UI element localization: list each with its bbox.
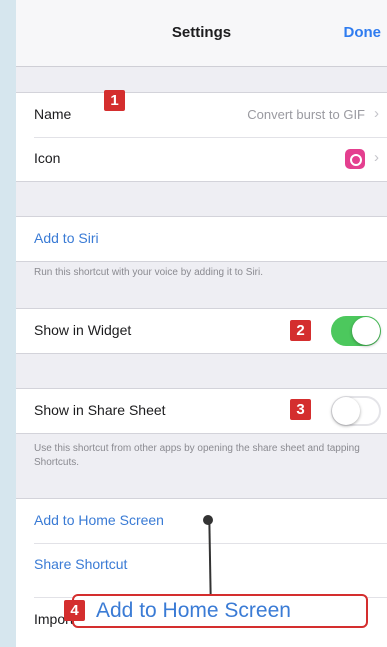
page-title: Settings xyxy=(171,24,232,41)
chevron-right-icon: › xyxy=(374,105,379,122)
add-to-home-screen-link[interactable]: Add to Home Screen xyxy=(34,512,164,528)
shortcut-camera-icon xyxy=(345,149,365,169)
annotation-badge-1: 1 xyxy=(104,90,125,111)
siri-group: Add to Siri xyxy=(16,216,387,262)
icon-label: Icon xyxy=(34,150,61,166)
show-in-widget-label: Show in Widget xyxy=(34,322,132,338)
add-to-siri-row[interactable]: Add to Siri xyxy=(16,217,387,261)
share-shortcut-row[interactable]: Share Shortcut xyxy=(16,543,387,587)
name-row[interactable]: Name Convert burst to GIF › xyxy=(16,93,387,137)
settings-screen: Settings Done Name Convert burst to GIF … xyxy=(16,0,387,647)
toggle-knob xyxy=(332,397,360,425)
add-to-siri-link[interactable]: Add to Siri xyxy=(34,230,99,246)
show-in-share-sheet-row: Show in Share Sheet xyxy=(16,389,387,433)
annotation-badge-4: 4 xyxy=(64,600,85,621)
siri-footer: Run this shortcut with your voice by add… xyxy=(34,267,263,278)
navigation-bar: Settings Done xyxy=(16,0,387,67)
show-in-share-sheet-label: Show in Share Sheet xyxy=(34,402,166,418)
widget-group: Show in Widget xyxy=(16,308,387,354)
callout-pointer-dot xyxy=(203,515,213,525)
show-in-widget-toggle[interactable] xyxy=(331,316,381,346)
show-in-widget-row: Show in Widget xyxy=(16,309,387,353)
done-button[interactable]: Done xyxy=(344,24,382,41)
share-sheet-footer: Use this shortcut from other apps by ope… xyxy=(34,443,360,468)
add-to-home-screen-row[interactable]: Add to Home Screen xyxy=(16,499,387,543)
show-in-share-sheet-toggle[interactable] xyxy=(331,396,381,426)
toggle-knob xyxy=(352,317,380,345)
annotation-badge-3: 3 xyxy=(290,399,311,420)
icon-row[interactable]: Icon › xyxy=(16,137,387,181)
name-value: Convert burst to GIF xyxy=(247,107,365,122)
home-screen-callout: Add to Home Screen xyxy=(72,594,368,628)
chevron-right-icon: › xyxy=(374,149,379,166)
name-icon-group: Name Convert burst to GIF › Icon › xyxy=(16,92,387,182)
name-label: Name xyxy=(34,106,72,122)
annotation-badge-2: 2 xyxy=(290,320,311,341)
share-sheet-group: Show in Share Sheet xyxy=(16,388,387,434)
share-shortcut-link[interactable]: Share Shortcut xyxy=(34,556,127,572)
